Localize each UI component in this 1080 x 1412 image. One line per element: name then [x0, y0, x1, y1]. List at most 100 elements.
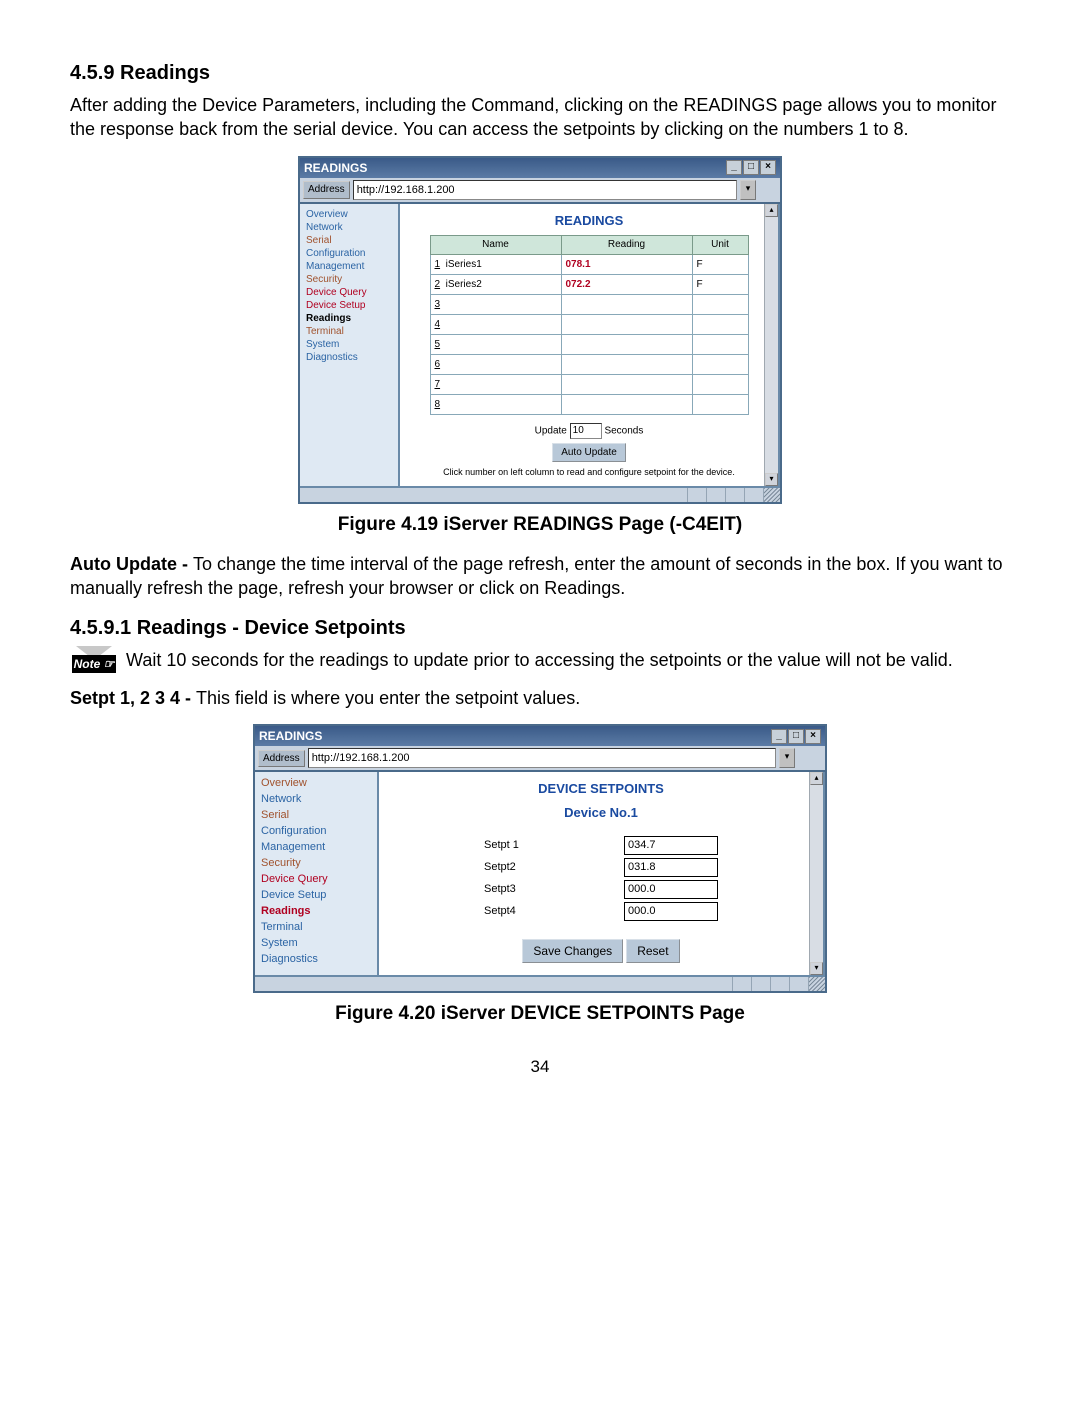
cell-name: iSeries2 [446, 279, 482, 290]
row-link[interactable]: 4 [435, 319, 441, 330]
address-bar: Address ▾ [255, 746, 825, 770]
nav-security[interactable]: Security [306, 273, 392, 286]
section-heading: 4.5.9 Readings [70, 60, 1010, 87]
th-name: Name [430, 236, 561, 255]
page-subtitle: Device No.1 [379, 804, 823, 822]
nav-serial[interactable]: Serial [261, 808, 371, 824]
minimize-icon[interactable]: _ [771, 729, 787, 744]
sidebar-nav: Overview Network Serial Configuration Ma… [255, 772, 377, 974]
reset-button[interactable]: Reset [626, 939, 679, 963]
update-row: Update Seconds [400, 423, 778, 439]
nav-management[interactable]: Management [306, 260, 392, 273]
hint-text: Click number on left column to read and … [400, 466, 778, 478]
minimize-icon[interactable]: _ [726, 160, 742, 175]
nav-terminal[interactable]: Terminal [261, 920, 371, 936]
th-reading: Reading [561, 236, 692, 255]
nav-configuration[interactable]: Configuration [306, 247, 392, 260]
setpt-input[interactable] [624, 880, 718, 899]
window-title: READINGS [304, 160, 725, 176]
nav-device-query[interactable]: Device Query [261, 872, 371, 888]
row-link[interactable]: 2 [435, 279, 441, 290]
address-input[interactable] [353, 180, 737, 200]
setpt-label: Setpt2 [484, 860, 534, 875]
setpt-input[interactable] [624, 858, 718, 877]
address-label[interactable]: Address [258, 750, 305, 768]
table-row: 6 [430, 354, 748, 374]
scrollbar[interactable]: ▴▾ [764, 204, 778, 487]
setpoint-row: Setpt4 [379, 902, 823, 921]
nav-diagnostics[interactable]: Diagnostics [261, 952, 371, 968]
dropdown-icon[interactable]: ▾ [779, 748, 795, 768]
nav-overview[interactable]: Overview [306, 208, 392, 221]
note-icon: Note ☞ [70, 650, 118, 682]
nav-overview[interactable]: Overview [261, 776, 371, 792]
setpoint-row: Setpt 1 [379, 836, 823, 855]
nav-network[interactable]: Network [261, 792, 371, 808]
cell-reading: 078.1 [561, 254, 692, 274]
maximize-icon[interactable]: □ [743, 160, 759, 175]
table-row: 1 iSeries1 078.1 F [430, 254, 748, 274]
window-titlebar: READINGS _ □ × [255, 726, 825, 746]
dropdown-icon[interactable]: ▾ [740, 180, 756, 200]
row-link[interactable]: 5 [435, 339, 441, 350]
table-row: 5 [430, 334, 748, 354]
close-icon[interactable]: × [805, 729, 821, 744]
resize-grip-icon[interactable] [763, 488, 780, 502]
address-bar: Address ▾ [300, 178, 780, 202]
save-changes-button[interactable]: Save Changes [522, 939, 623, 963]
cell-name: iSeries1 [446, 259, 482, 270]
nav-network[interactable]: Network [306, 221, 392, 234]
update-label: Update [535, 425, 567, 436]
table-row: 4 [430, 314, 748, 334]
nav-diagnostics[interactable]: Diagnostics [306, 351, 392, 364]
figure-caption: Figure 4.20 iServer DEVICE SETPOINTS Pag… [70, 1001, 1010, 1027]
nav-device-setup[interactable]: Device Setup [306, 299, 392, 312]
section-paragraph: After adding the Device Parameters, incl… [70, 93, 1010, 142]
setpt-label: Setpt 1 [484, 838, 534, 853]
sidebar-nav: Overview Network Serial Configuration Ma… [300, 204, 398, 487]
address-label[interactable]: Address [303, 181, 350, 199]
nav-security[interactable]: Security [261, 856, 371, 872]
table-row: 2 iSeries2 072.2 F [430, 274, 748, 294]
table-row: 8 [430, 394, 748, 414]
nav-management[interactable]: Management [261, 840, 371, 856]
row-link[interactable]: 3 [435, 299, 441, 310]
nav-serial[interactable]: Serial [306, 234, 392, 247]
nav-terminal[interactable]: Terminal [306, 325, 392, 338]
page-title: READINGS [400, 212, 778, 230]
cell-unit: F [692, 254, 748, 274]
paragraph: Auto Update - To change the time interva… [70, 552, 1010, 601]
row-link[interactable]: 7 [435, 379, 441, 390]
auto-update-button[interactable]: Auto Update [552, 443, 626, 463]
nav-system[interactable]: System [306, 338, 392, 351]
nav-device-setup[interactable]: Device Setup [261, 888, 371, 904]
maximize-icon[interactable]: □ [788, 729, 804, 744]
content-pane: ▴▾ DEVICE SETPOINTS Device No.1 Setpt 1 … [377, 772, 825, 974]
nav-device-query[interactable]: Device Query [306, 286, 392, 299]
close-icon[interactable]: × [760, 160, 776, 175]
status-bar [255, 975, 825, 991]
window-titlebar: READINGS _ □ × [300, 158, 780, 178]
row-link[interactable]: 8 [435, 399, 441, 410]
row-link[interactable]: 1 [435, 259, 441, 270]
seconds-label: Seconds [604, 425, 643, 436]
update-input[interactable] [570, 423, 602, 439]
nav-system[interactable]: System [261, 936, 371, 952]
nav-configuration[interactable]: Configuration [261, 824, 371, 840]
setpoints-window: READINGS _ □ × Address ▾ Overview Networ… [253, 724, 827, 992]
th-unit: Unit [692, 236, 748, 255]
setpt-input[interactable] [624, 902, 718, 921]
address-input[interactable] [308, 748, 776, 768]
readings-window: READINGS _ □ × Address ▾ Overview Networ… [298, 156, 782, 505]
nav-readings[interactable]: Readings [306, 312, 392, 325]
status-bar [300, 486, 780, 502]
paragraph: Setpt 1, 2 3 4 - This field is where you… [70, 686, 1010, 710]
readings-table: Name Reading Unit 1 iSeries1 078.1 F 2 i… [430, 235, 749, 415]
row-link[interactable]: 6 [435, 359, 441, 370]
nav-readings[interactable]: Readings [261, 904, 371, 920]
resize-grip-icon[interactable] [808, 977, 825, 991]
setpt-label: Setpt3 [484, 882, 534, 897]
scrollbar[interactable]: ▴▾ [809, 772, 823, 974]
content-pane: ▴▾ READINGS Name Reading Unit 1 iSeries1… [398, 204, 780, 487]
setpt-input[interactable] [624, 836, 718, 855]
